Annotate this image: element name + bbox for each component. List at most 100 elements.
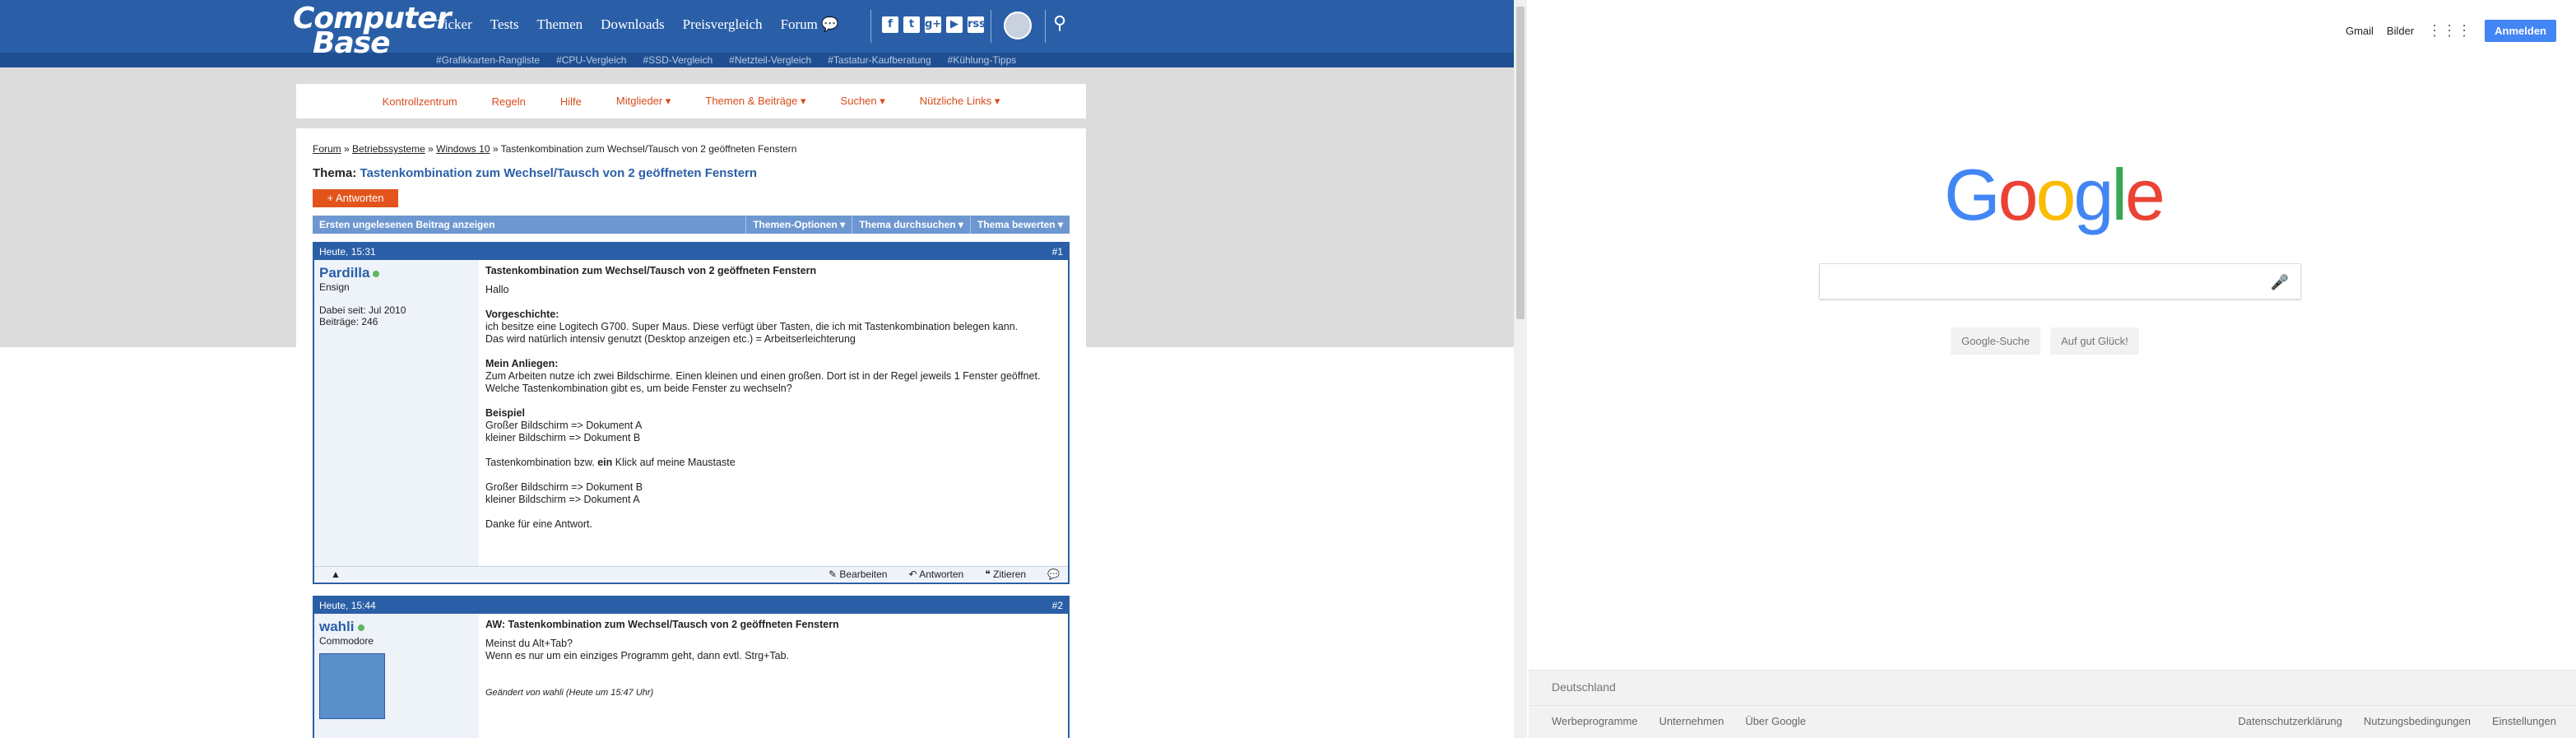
signin-button[interactable]: Anmelden — [2485, 20, 2556, 42]
microphone-icon[interactable]: 🎤 — [2271, 274, 2289, 291]
thread-title-prefix: Thema: — [313, 166, 357, 180]
post-text-bold: ein — [597, 457, 613, 468]
breadcrumb-forum[interactable]: Forum — [313, 143, 341, 155]
subnav-suchen[interactable]: Suchen ▾ — [841, 95, 885, 108]
post-text: Zum Arbeiten nutze ich zwei Bildschirme.… — [485, 370, 1041, 382]
online-status-icon — [373, 271, 380, 277]
post-paragraph: Mein Anliegen: Zum Arbeiten nutze ich zwe… — [485, 358, 1061, 395]
twitter-icon[interactable]: t — [903, 16, 920, 33]
logo-letter: e — [2124, 154, 2165, 235]
breadcrumb-betriebssysteme[interactable]: Betriebssysteme — [352, 143, 425, 155]
subnav-kontrollzentrum[interactable]: Kontrollzentrum — [383, 95, 457, 108]
country-label: Deutschland — [1552, 680, 1616, 694]
report-icon[interactable]: ▲ — [331, 569, 341, 580]
breadcrumb-separator: » — [492, 143, 499, 155]
subnav-mitglieder[interactable]: Mitglieder ▾ — [616, 95, 671, 108]
nav-preisvergleich[interactable]: Preisvergleich — [683, 16, 763, 33]
thread-rate-dropdown[interactable]: Thema bewerten ▾ — [969, 216, 1070, 234]
hashtag-link[interactable]: #Tastatur-Kaufberatung — [828, 54, 931, 66]
reply-post-button[interactable]: ↶ Antworten — [908, 569, 963, 580]
nav-downloads[interactable]: Downloads — [601, 16, 664, 33]
post-text: Großer Bildschirm => Dokument B — [485, 481, 643, 493]
logo-letter: o — [1998, 154, 2038, 235]
first-unread-link[interactable]: Ersten ungelesenen Beitrag anzeigen — [313, 219, 745, 230]
post-text: Danke für eine Antwort. — [485, 518, 592, 530]
nav-tests[interactable]: Tests — [490, 16, 519, 33]
thread-title: Thema: Tastenkombination zum Wechsel/Tau… — [313, 166, 757, 180]
post-number[interactable]: #1 — [1052, 246, 1063, 258]
breadcrumb-separator: » — [344, 143, 350, 155]
hashtag-link[interactable]: #CPU-Vergleich — [556, 54, 626, 66]
footer-link[interactable]: Unternehmen — [1659, 715, 1724, 727]
images-link[interactable]: Bilder — [2387, 25, 2414, 37]
post-text: kleiner Bildschirm => Dokument A — [485, 494, 640, 505]
post-text: Meinst du Alt+Tab? — [485, 638, 573, 649]
post-text: Großer Bildschirm => Dokument A — [485, 420, 643, 431]
post-text: Hallo — [485, 284, 509, 295]
post-author-posts: Beiträge: 246 — [319, 316, 378, 327]
facebook-icon[interactable]: f — [882, 16, 898, 33]
edit-button[interactable]: ✎ Bearbeiten — [828, 569, 887, 580]
footer-links-right: Datenschutzerklärung Nutzungsbedingungen… — [2238, 715, 2556, 727]
google-search-button[interactable]: Google-Suche — [1951, 327, 2041, 355]
subnav-themen-beitraege[interactable]: Themen & Beiträge ▾ — [705, 95, 805, 108]
post: Heute, 15:31 #1 Pardilla Ensign Dabei se… — [313, 242, 1070, 584]
forum-subnav: Kontrollzentrum Regeln Hilfe Mitglieder … — [296, 84, 1086, 118]
rss-icon[interactable]: rss — [968, 16, 986, 33]
nav-ticker[interactable]: Ticker — [436, 16, 472, 33]
post-title: AW: Tastenkombination zum Wechsel/Tausch… — [485, 619, 839, 630]
post-author-since: Dabei seit: Jul 2010 — [319, 304, 406, 316]
footer-link[interactable]: Werbeprogramme — [1552, 715, 1638, 727]
post-number[interactable]: #2 — [1052, 600, 1063, 611]
logo-letter: o — [2035, 154, 2076, 235]
hashtag-link[interactable]: #Grafikkarten-Rangliste — [436, 54, 540, 66]
quote-button[interactable]: ❝ Zitieren — [985, 569, 1026, 580]
footer-link[interactable]: Nutzungsbedingungen — [2364, 715, 2471, 727]
post-heading: Beispiel — [485, 407, 525, 419]
post-text: kleiner Bildschirm => Dokument B — [485, 432, 641, 443]
hashtag-link[interactable]: #Kühlung-Tipps — [948, 54, 1017, 66]
footer-link[interactable]: Über Google — [1745, 715, 1806, 727]
reply-button[interactable]: + Antworten — [313, 189, 398, 207]
hashtag-link[interactable]: #Netzteil-Vergleich — [729, 54, 811, 66]
site-logo[interactable]: Computer Base — [293, 4, 451, 58]
hashtag-link[interactable]: #SSD-Vergleich — [643, 54, 712, 66]
thread-options-dropdown[interactable]: Themen-Optionen ▾ — [745, 216, 852, 234]
footer-link[interactable]: Datenschutzerklärung — [2238, 715, 2342, 727]
post-content: Tastenkombination zum Wechsel/Tausch von… — [479, 260, 1068, 566]
post-body: wahli Commodore AW: Tastenkombination zu… — [314, 614, 1068, 738]
thread-title-text[interactable]: Tastenkombination zum Wechsel/Tausch von… — [360, 166, 758, 180]
nav-forum[interactable]: Forum 💬 — [781, 16, 839, 33]
breadcrumb-windows-10[interactable]: Windows 10 — [436, 143, 490, 155]
search-input[interactable]: 🎤 — [1819, 263, 2301, 299]
reply-icon: ↶ — [908, 568, 917, 580]
subnav-hilfe[interactable]: Hilfe — [560, 95, 582, 108]
post-text: Welche Tastenkombination gibt es, um bei… — [485, 383, 792, 394]
post-author-name[interactable]: Pardilla — [319, 265, 369, 281]
google-topbar: Gmail Bilder ⋮⋮⋮ Anmelden — [2346, 20, 2556, 42]
apps-grid-icon[interactable]: ⋮⋮⋮ — [2427, 22, 2472, 39]
thread-content: Forum » Betriebssysteme » Windows 10 » T… — [296, 128, 1086, 738]
google-plus-icon[interactable]: g+ — [925, 16, 941, 33]
feeling-lucky-button[interactable]: Auf gut Glück! — [2050, 327, 2139, 355]
thread-search-dropdown[interactable]: Thema durchsuchen ▾ — [852, 216, 970, 234]
author-avatar[interactable] — [319, 653, 385, 719]
post-paragraph: Tastenkombination bzw. ein Klick auf mei… — [485, 457, 1061, 469]
post-heading: Vorgeschichte: — [485, 309, 559, 320]
subnav-regeln[interactable]: Regeln — [492, 95, 526, 108]
reply-label: Antworten — [919, 568, 964, 580]
multiquote-icon[interactable]: 💬 — [1047, 569, 1060, 580]
subnav-nuetzliche-links[interactable]: Nützliche Links ▾ — [920, 95, 1000, 108]
breadcrumb: Forum » Betriebssysteme » Windows 10 » T… — [313, 143, 796, 155]
post-author-rank: Ensign — [319, 281, 350, 293]
scrollbar-thumb[interactable] — [1516, 7, 1525, 319]
post-edited-note: Geändert von wahli (Heute um 15:47 Uhr) — [485, 688, 654, 698]
gmail-link[interactable]: Gmail — [2346, 25, 2374, 37]
post-author-name[interactable]: wahli — [319, 619, 355, 634]
youtube-icon[interactable]: ▶ — [946, 16, 963, 33]
footer-link[interactable]: Einstellungen — [2492, 715, 2556, 727]
nav-themen[interactable]: Themen — [536, 16, 583, 33]
search-icon[interactable]: ⚲ — [1053, 13, 1066, 34]
user-avatar-icon[interactable] — [1004, 12, 1032, 39]
post-body: Pardilla Ensign Dabei seit: Jul 2010 Bei… — [314, 260, 1068, 566]
